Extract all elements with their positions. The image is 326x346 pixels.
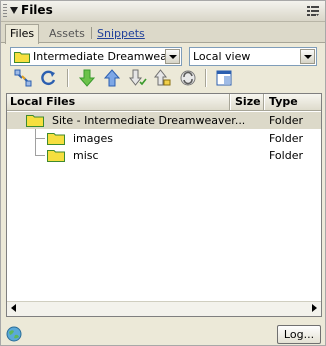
tab-files[interactable]: Files	[5, 24, 40, 44]
panel-title: Files	[21, 3, 53, 17]
expand-icon[interactable]	[214, 68, 234, 88]
panel-footer: Log...	[1, 321, 325, 345]
refresh-icon[interactable]	[39, 68, 59, 88]
toolbar-separator	[205, 69, 207, 87]
file-type: Folder	[269, 149, 303, 162]
column-divider[interactable]	[263, 94, 265, 110]
file-row-site[interactable]: Site - Intermediate Dreamweaver... Folde…	[7, 112, 321, 129]
site-select-dropdown-icon[interactable]	[165, 49, 180, 64]
panel-tabs: Files Assets Snippets	[1, 22, 325, 44]
column-divider[interactable]	[229, 94, 231, 110]
column-header-local-files[interactable]: Local Files	[10, 95, 75, 108]
site-folder-icon	[14, 52, 30, 63]
check-in-icon[interactable]	[152, 68, 172, 88]
folder-icon	[47, 133, 65, 145]
file-name: images	[73, 132, 113, 145]
site-select[interactable]: Intermediate Dreamweaver	[10, 47, 182, 66]
view-select[interactable]: Local view	[189, 47, 317, 66]
log-button[interactable]: Log...	[277, 325, 321, 344]
panel-titlebar[interactable]: Files	[1, 1, 325, 22]
tab-separator	[91, 27, 92, 39]
file-type: Folder	[269, 132, 303, 145]
put-icon[interactable]	[102, 68, 122, 88]
horizontal-scrollbar[interactable]	[7, 301, 321, 316]
collapse-triangle-icon[interactable]	[10, 7, 18, 14]
panel-options-menu-icon[interactable]	[307, 5, 319, 17]
view-select-value: Local view	[193, 50, 251, 63]
file-row-misc[interactable]: misc Folder	[7, 147, 321, 164]
column-header-size[interactable]: Size	[235, 95, 261, 108]
file-name: Site - Intermediate Dreamweaver...	[52, 114, 246, 127]
synchronize-icon[interactable]	[178, 68, 198, 88]
view-select-dropdown-icon[interactable]	[300, 49, 315, 64]
folder-icon	[47, 150, 65, 162]
file-list: Local Files Size Type Site - Intermediat…	[6, 93, 322, 317]
site-select-value: Intermediate Dreamweaver	[33, 50, 165, 63]
panel-grip-icon[interactable]	[3, 4, 7, 18]
files-panel: Files Files Assets Snippets Intermediate…	[0, 0, 326, 346]
scroll-left-icon[interactable]	[11, 304, 16, 312]
file-type: Folder	[269, 114, 303, 127]
site-status-globe-icon[interactable]	[6, 326, 22, 342]
connect-icon[interactable]	[13, 68, 33, 88]
file-name: misc	[73, 149, 99, 162]
toolbar-separator	[67, 69, 69, 87]
file-row-images[interactable]: images Folder	[7, 130, 321, 147]
folder-icon	[26, 115, 44, 127]
scroll-right-icon[interactable]	[312, 304, 317, 312]
tab-assets[interactable]: Assets	[45, 25, 89, 42]
tab-snippets[interactable]: Snippets	[93, 25, 149, 42]
get-icon[interactable]	[77, 68, 97, 88]
column-header-type[interactable]: Type	[269, 95, 298, 108]
file-list-header: Local Files Size Type	[7, 94, 321, 111]
check-out-icon[interactable]	[127, 68, 147, 88]
